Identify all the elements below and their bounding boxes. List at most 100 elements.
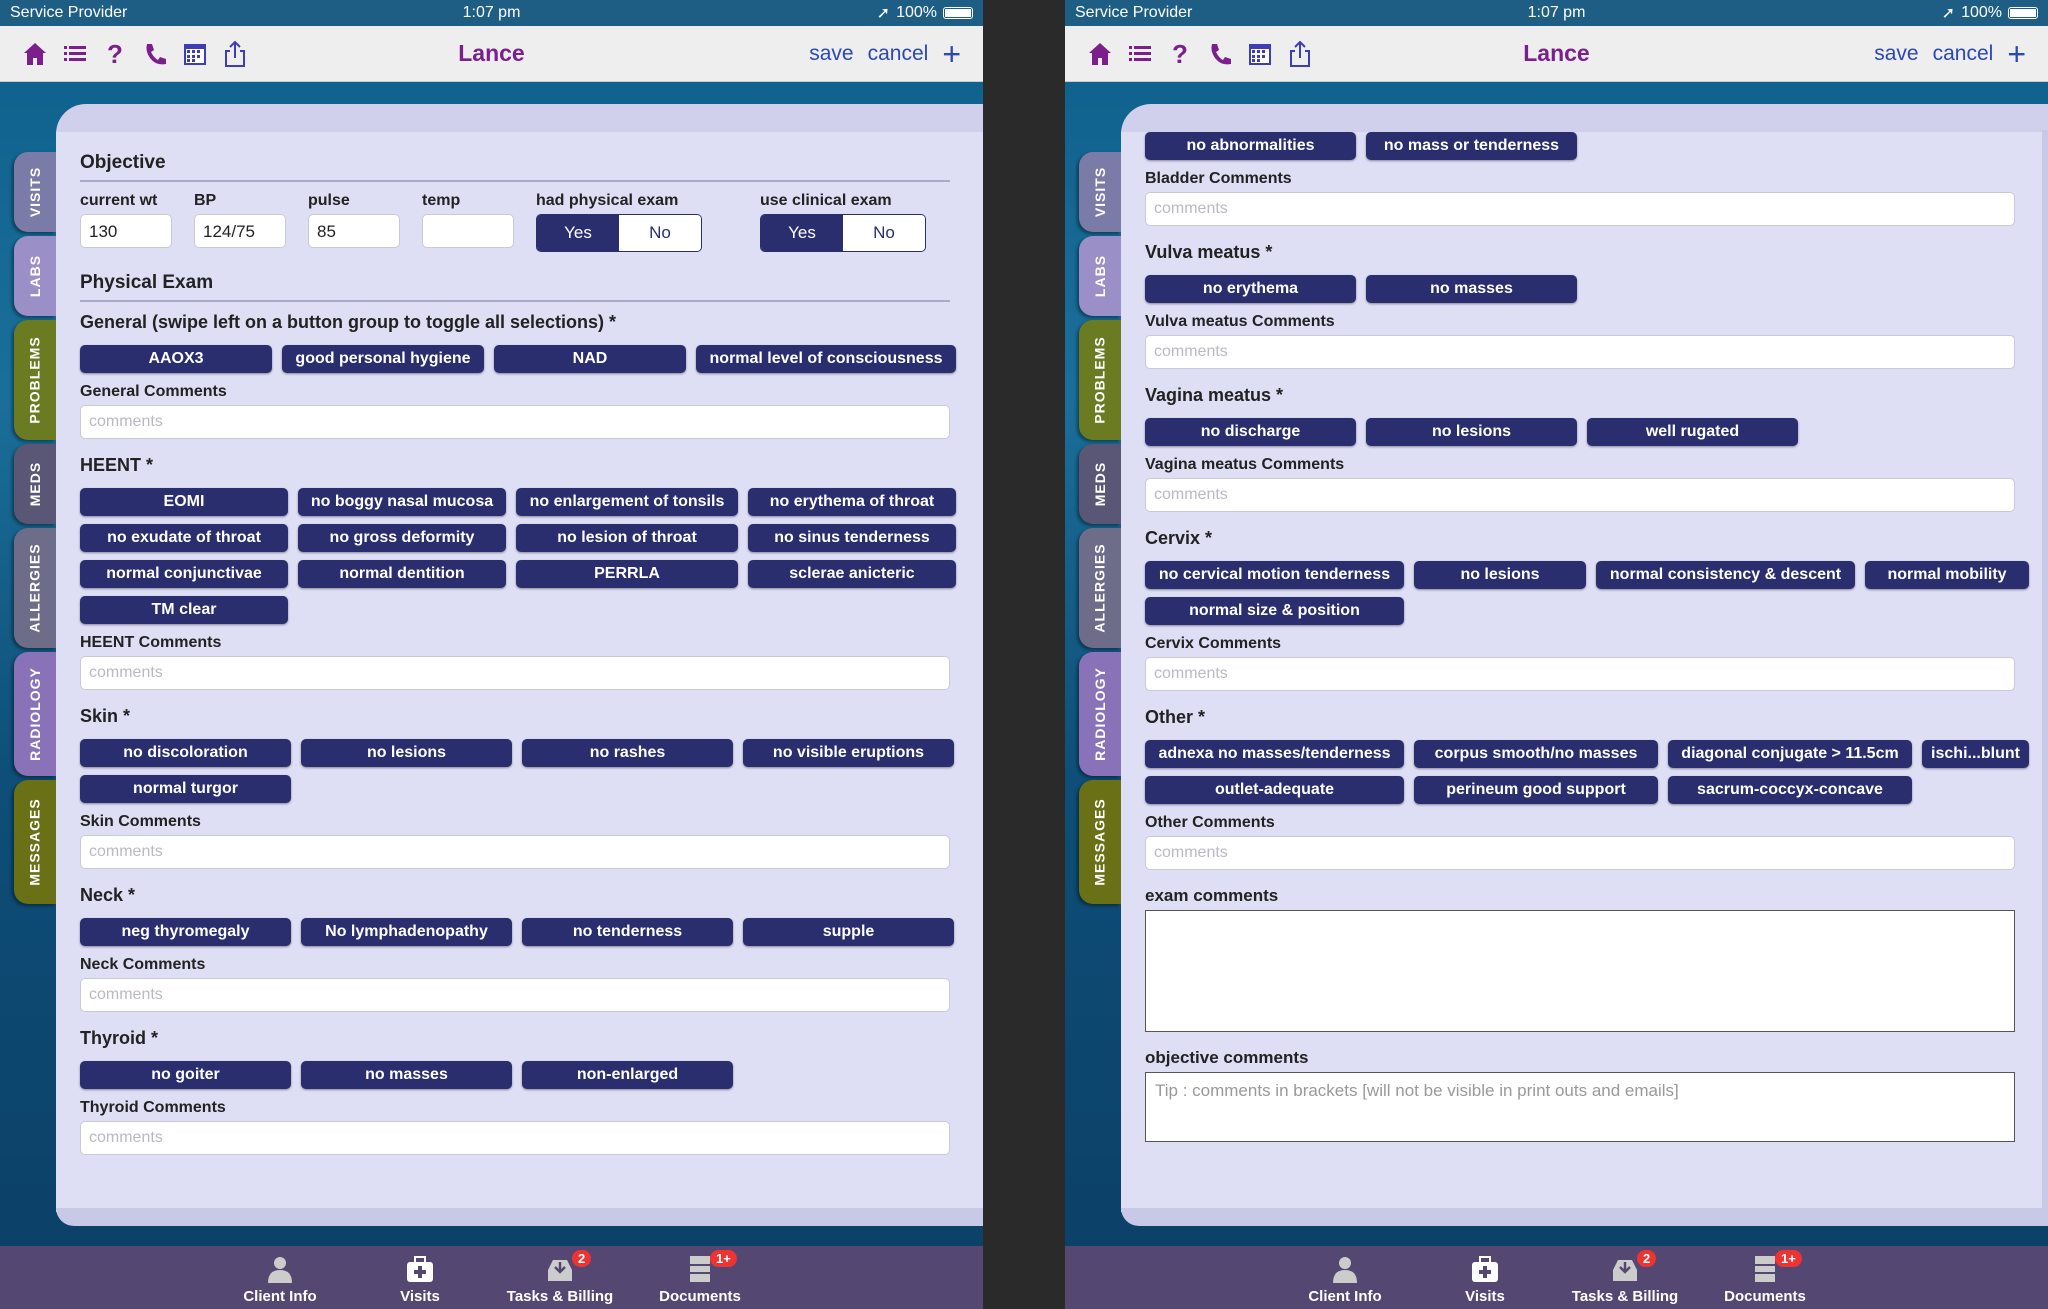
exam-option-button[interactable]: normal conjunctivae: [80, 560, 288, 588]
exam-option-button[interactable]: perineum good support: [1414, 776, 1658, 804]
exam-option-button[interactable]: no rashes: [522, 739, 733, 767]
phone-icon[interactable]: [1207, 40, 1233, 68]
exam-option-button[interactable]: No lymphadenopathy: [301, 918, 512, 946]
exam-option-button[interactable]: no tenderness: [522, 918, 733, 946]
exam-option-button[interactable]: good personal hygiene: [282, 345, 484, 373]
tab-messages[interactable]: MESSAGES: [1079, 780, 1121, 904]
exam-option-button[interactable]: no exudate of throat: [80, 524, 288, 552]
tab-radiology[interactable]: RADIOLOGY: [1079, 652, 1121, 776]
exam-option-button[interactable]: no discharge: [1145, 418, 1356, 446]
save-button[interactable]: save: [809, 42, 853, 66]
objective-comments-textarea[interactable]: Tip : comments in brackets [will not be …: [1145, 1072, 2015, 1142]
use-clinical-exam-toggle[interactable]: Yes No: [760, 214, 926, 252]
skin-comments-input[interactable]: comments: [80, 835, 950, 869]
home-icon[interactable]: [22, 40, 48, 68]
tab-tasks-billing[interactable]: Tasks & Billing 2: [500, 1246, 620, 1309]
exam-option-button[interactable]: no gross deformity: [298, 524, 506, 552]
vagina-comments-input[interactable]: comments: [1145, 478, 2015, 512]
home-icon[interactable]: [1087, 40, 1113, 68]
exam-option-button[interactable]: no lesions: [301, 739, 512, 767]
tab-meds[interactable]: MEDS: [1079, 444, 1121, 524]
exam-option-button[interactable]: no erythema: [1145, 275, 1356, 303]
heent-comments-input[interactable]: comments: [80, 656, 950, 690]
thyroid-comments-input[interactable]: comments: [80, 1121, 950, 1155]
exam-option-button[interactable]: PERRLA: [516, 560, 738, 588]
cancel-button[interactable]: cancel: [868, 42, 929, 66]
exam-option-button[interactable]: no erythema of throat: [748, 488, 956, 516]
cancel-button[interactable]: cancel: [1933, 42, 1994, 66]
calendar-icon[interactable]: [1247, 40, 1273, 68]
exam-option-button[interactable]: outlet-adequate: [1145, 776, 1404, 804]
phone-icon[interactable]: [142, 40, 168, 68]
list-icon[interactable]: [1127, 40, 1153, 68]
tab-problems[interactable]: PROBLEMS: [1079, 320, 1121, 440]
bladder-comments-input[interactable]: comments: [1145, 192, 2015, 226]
tab-client-info[interactable]: Client Info: [220, 1246, 340, 1309]
tab-visits-bottom[interactable]: Visits: [360, 1246, 480, 1309]
share-icon[interactable]: [1287, 40, 1313, 68]
general-comments-input[interactable]: comments: [80, 405, 950, 439]
help-icon[interactable]: ?: [1167, 40, 1193, 68]
tab-allergies[interactable]: ALLERGIES: [14, 528, 56, 648]
share-icon[interactable]: [222, 40, 248, 68]
add-button[interactable]: +: [2007, 38, 2026, 70]
list-icon[interactable]: [62, 40, 88, 68]
current-wt-field[interactable]: 130: [80, 214, 172, 248]
help-icon[interactable]: ?: [102, 40, 128, 68]
exam-option-button[interactable]: normal turgor: [80, 775, 291, 803]
temp-field[interactable]: [422, 214, 514, 248]
exam-option-button[interactable]: sclerae anicteric: [748, 560, 956, 588]
exam-option-button[interactable]: corpus smooth/no masses: [1414, 740, 1658, 768]
exam-option-button[interactable]: neg thyromegaly: [80, 918, 291, 946]
exam-option-button[interactable]: no lesions: [1366, 418, 1577, 446]
exam-option-button[interactable]: no boggy nasal mucosa: [298, 488, 506, 516]
exam-option-button[interactable]: no discoloration: [80, 739, 291, 767]
exam-option-button[interactable]: no mass or tenderness: [1366, 132, 1577, 160]
tab-radiology[interactable]: RADIOLOGY: [14, 652, 56, 776]
bp-field[interactable]: 124/75: [194, 214, 286, 248]
exam-option-button[interactable]: AAOX3: [80, 345, 272, 373]
exam-option-button[interactable]: well rugated: [1587, 418, 1798, 446]
other-comments-input[interactable]: comments: [1145, 836, 2015, 870]
neck-comments-input[interactable]: comments: [80, 978, 950, 1012]
exam-option-button[interactable]: no cervical motion tenderness: [1145, 561, 1404, 589]
add-button[interactable]: +: [942, 38, 961, 70]
exam-option-button[interactable]: normal size & position: [1145, 597, 1404, 625]
vulva-comments-input[interactable]: comments: [1145, 335, 2015, 369]
calendar-icon[interactable]: [182, 40, 208, 68]
exam-option-button[interactable]: no masses: [301, 1061, 512, 1089]
had-physical-exam-toggle[interactable]: Yes No: [536, 214, 702, 252]
exam-comments-textarea[interactable]: [1145, 910, 2015, 1032]
exam-option-button[interactable]: TM clear: [80, 596, 288, 624]
exam-option-button[interactable]: no lesions: [1414, 561, 1586, 589]
tab-tasks-billing[interactable]: Tasks & Billing 2: [1565, 1246, 1685, 1309]
exam-option-button[interactable]: supple: [743, 918, 954, 946]
cervix-comments-input[interactable]: comments: [1145, 657, 2015, 691]
tab-visits-bottom[interactable]: Visits: [1425, 1246, 1545, 1309]
exam-option-button[interactable]: EOMI: [80, 488, 288, 516]
exam-option-button[interactable]: no lesion of throat: [516, 524, 738, 552]
exam-option-button[interactable]: no visible eruptions: [743, 739, 954, 767]
exam-option-button[interactable]: ischi...blunt: [1922, 740, 2029, 768]
exam-option-button[interactable]: adnexa no masses/tenderness: [1145, 740, 1404, 768]
exam-option-button[interactable]: no goiter: [80, 1061, 291, 1089]
exam-option-button[interactable]: diagonal conjugate > 11.5cm: [1668, 740, 1912, 768]
exam-option-button[interactable]: normal level of consciousness: [696, 345, 956, 373]
exam-option-button[interactable]: no enlargement of tonsils: [516, 488, 738, 516]
exam-option-button[interactable]: normal consistency & descent: [1596, 561, 1855, 589]
exam-option-button[interactable]: no sinus tenderness: [748, 524, 956, 552]
tab-allergies[interactable]: ALLERGIES: [1079, 528, 1121, 648]
exam-option-button[interactable]: no abnormalities: [1145, 132, 1356, 160]
tab-visits[interactable]: VISITS: [1079, 152, 1121, 232]
tab-problems[interactable]: PROBLEMS: [14, 320, 56, 440]
exam-option-button[interactable]: sacrum-coccyx-concave: [1668, 776, 1912, 804]
exam-option-button[interactable]: normal mobility: [1865, 561, 2029, 589]
tab-labs[interactable]: LABS: [1079, 236, 1121, 316]
exam-option-button[interactable]: normal dentition: [298, 560, 506, 588]
tab-visits[interactable]: VISITS: [14, 152, 56, 232]
exam-option-button[interactable]: non-enlarged: [522, 1061, 733, 1089]
tab-documents[interactable]: Documents 1+: [640, 1246, 760, 1309]
save-button[interactable]: save: [1874, 42, 1918, 66]
tab-documents[interactable]: Documents 1+: [1705, 1246, 1825, 1309]
tab-messages[interactable]: MESSAGES: [14, 780, 56, 904]
